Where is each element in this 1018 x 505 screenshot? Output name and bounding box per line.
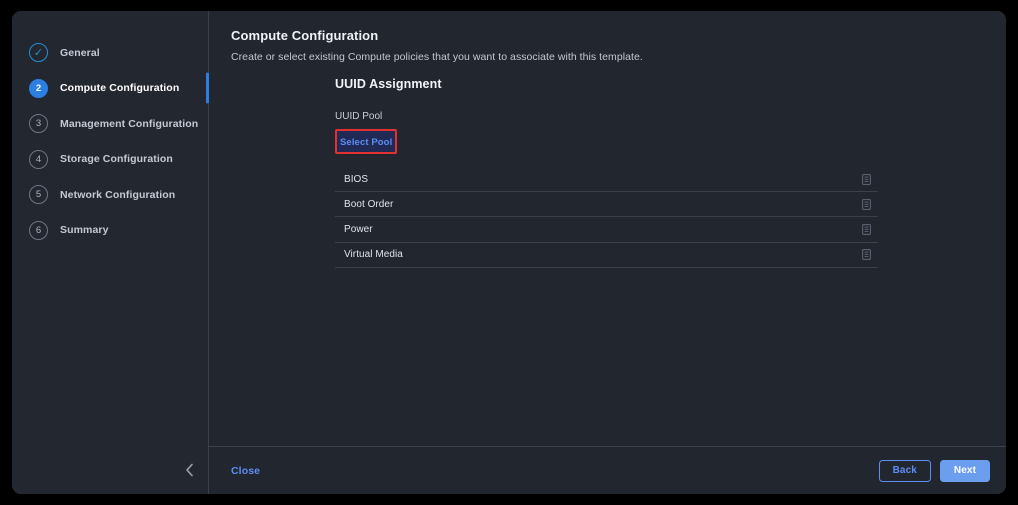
sidebar-item-label: Summary: [60, 224, 109, 236]
step-number-badge: 3: [29, 114, 48, 133]
select-pool-link[interactable]: Select Pool: [340, 137, 392, 148]
uuid-assignment-section: UUID Assignment UUID Pool Select Pool BI…: [335, 77, 880, 268]
sidebar-item-label: Compute Configuration: [60, 82, 179, 94]
section-title: UUID Assignment: [335, 77, 880, 91]
close-button[interactable]: Close: [231, 465, 260, 477]
policy-name: Boot Order: [344, 199, 393, 210]
policy-name: Virtual Media: [344, 249, 403, 260]
table-row[interactable]: BIOS: [335, 167, 878, 192]
wizard-main-panel: Compute Configuration Create or select e…: [209, 11, 1006, 494]
sidebar-item-label: Storage Configuration: [60, 153, 173, 165]
step-number-badge: 4: [29, 150, 48, 169]
policy-name: BIOS: [344, 174, 368, 185]
sidebar-item-network-configuration[interactable]: 5 Network Configuration: [12, 177, 208, 213]
sidebar-item-label: Network Configuration: [60, 189, 175, 201]
sidebar-item-storage-configuration[interactable]: 4 Storage Configuration: [12, 142, 208, 178]
policy-document-icon[interactable]: [862, 199, 871, 210]
step-check-icon: ✓: [29, 43, 48, 62]
sidebar-item-summary[interactable]: 6 Summary: [12, 213, 208, 249]
page-subtitle: Create or select existing Compute polici…: [231, 51, 984, 63]
back-button[interactable]: Back: [879, 460, 931, 482]
table-row[interactable]: Power: [335, 217, 878, 242]
page-title: Compute Configuration: [231, 28, 984, 43]
select-pool-highlight: Select Pool: [335, 129, 397, 154]
sidebar-item-general[interactable]: ✓ General: [12, 35, 208, 71]
sidebar-item-management-configuration[interactable]: 3 Management Configuration: [12, 106, 208, 142]
policy-document-icon[interactable]: [862, 174, 871, 185]
chevron-left-icon: [185, 463, 194, 477]
sidebar-item-label: General: [60, 47, 100, 59]
table-row[interactable]: Virtual Media: [335, 243, 878, 268]
footer-actions: Back Next: [879, 460, 990, 482]
step-number-badge: 5: [29, 185, 48, 204]
policy-list: BIOS Boot Order: [335, 167, 878, 268]
policy-document-icon[interactable]: [862, 224, 871, 235]
next-button[interactable]: Next: [940, 460, 990, 482]
uuid-pool-label: UUID Pool: [335, 111, 880, 122]
wizard-content: Compute Configuration Create or select e…: [209, 11, 1006, 446]
policy-name: Power: [344, 224, 373, 235]
wizard-sidebar: ✓ General 2 Compute Configuration 3 Mana…: [12, 11, 209, 494]
wizard-dialog: ✓ General 2 Compute Configuration 3 Mana…: [12, 11, 1006, 494]
table-row[interactable]: Boot Order: [335, 192, 878, 217]
wizard-footer: Close Back Next: [209, 446, 1006, 494]
wizard-step-list: ✓ General 2 Compute Configuration 3 Mana…: [12, 35, 208, 248]
policy-document-icon[interactable]: [862, 249, 871, 260]
sidebar-collapse-button[interactable]: [12, 446, 208, 494]
step-number-badge: 6: [29, 221, 48, 240]
sidebar-item-label: Management Configuration: [60, 118, 198, 130]
step-number-badge: 2: [29, 79, 48, 98]
sidebar-item-compute-configuration[interactable]: 2 Compute Configuration: [12, 71, 208, 107]
